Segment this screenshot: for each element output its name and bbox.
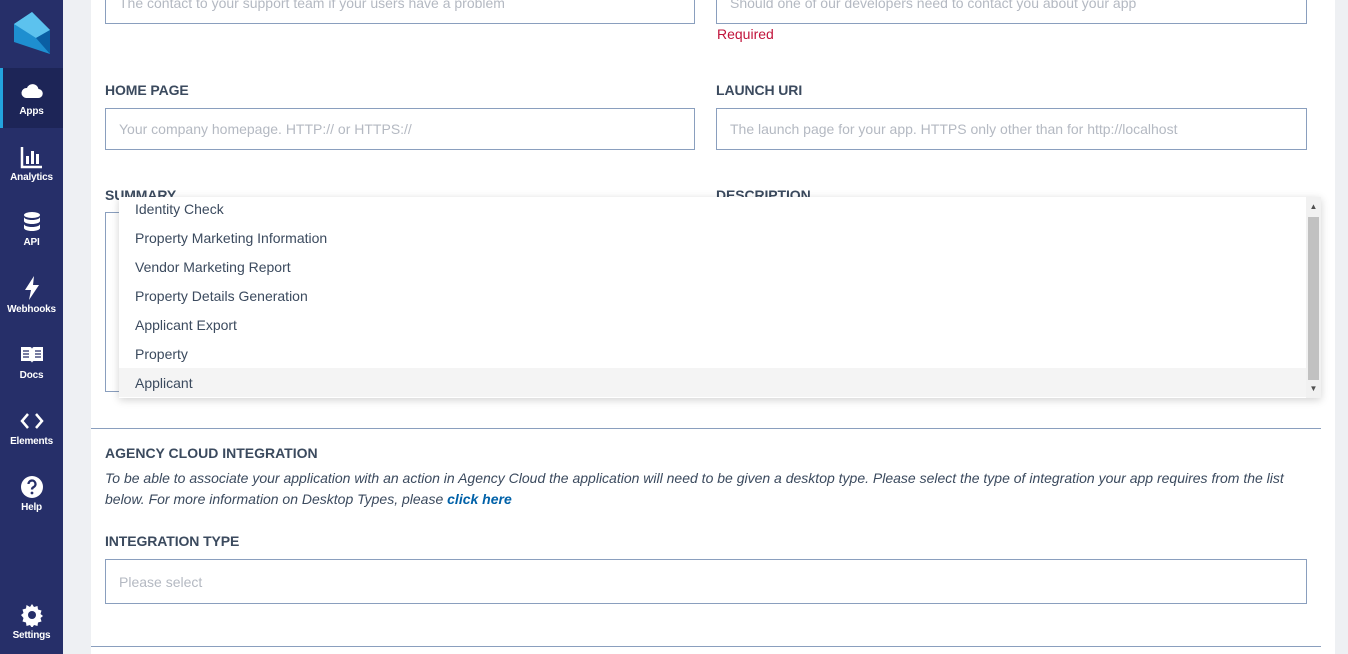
code-icon [19,413,44,429]
sidebar-item-elements[interactable]: Elements [0,398,63,458]
launch-uri-label: LAUNCH URI [716,82,803,98]
dropdown-option[interactable]: Applicant [119,368,1306,397]
section-divider [91,646,1321,647]
question-icon [20,476,43,498]
sidebar-item-settings[interactable]: Settings [0,594,63,654]
lightning-icon [24,276,39,300]
dropdown-option[interactable]: Vendor Marketing Report [119,252,1306,281]
sidebar-item-analytics[interactable]: Analytics [0,134,63,194]
bar-chart-icon [20,147,42,169]
developer-email-error: Required [717,26,774,42]
section-divider [91,428,1321,429]
scroll-thumb[interactable] [1308,217,1319,380]
sidebar: Apps Analytics API Webhooks Docs Element… [0,0,63,654]
sidebar-item-label: Apps [19,106,44,117]
developer-email-input[interactable]: Should one of our developers need to con… [716,0,1307,24]
dropdown-option[interactable]: Property [119,339,1306,368]
integration-type-label: INTEGRATION TYPE [105,533,240,549]
dropdown-option[interactable]: Identity Check [119,197,1306,223]
desktop-types-link[interactable]: click here [447,491,512,507]
sidebar-item-apps[interactable]: Apps [0,68,63,128]
logo-icon[interactable] [14,12,50,54]
integration-description-text: To be able to associate your application… [105,470,1284,507]
dropdown-scrollbar[interactable]: ▲ ▼ [1306,197,1321,398]
dropdown-option[interactable]: Property Details Generation [119,281,1306,310]
home-page-input[interactable]: Your company homepage. HTTP:// or HTTPS:… [105,108,695,150]
dropdown-option[interactable]: Property Marketing Information [119,223,1306,252]
sidebar-item-help[interactable]: Help [0,464,63,524]
sidebar-item-label: Elements [10,436,53,447]
scroll-down-icon[interactable]: ▼ [1309,384,1318,393]
scroll-up-icon[interactable]: ▲ [1309,202,1318,211]
sidebar-item-label: Analytics [10,172,53,183]
integration-description: To be able to associate your application… [105,468,1305,510]
sidebar-item-api[interactable]: API [0,200,63,260]
book-icon [20,347,43,363]
sidebar-item-label: Settings [12,630,51,641]
sidebar-item-label: API [23,237,40,248]
sidebar-item-label: Webhooks [7,304,56,315]
sidebar-item-docs[interactable]: Docs [0,332,63,392]
integration-type-select[interactable]: Please select [105,559,1307,604]
home-page-label: HOME PAGE [105,82,189,98]
database-icon [23,212,40,231]
sidebar-item-label: Help [21,502,42,513]
desktop-type-dropdown[interactable]: Identity Check Property Marketing Inform… [119,197,1321,398]
launch-uri-input[interactable]: The launch page for your app. HTTPS only… [716,108,1307,150]
sidebar-item-label: Docs [19,370,44,381]
sidebar-item-webhooks[interactable]: Webhooks [0,266,63,326]
integration-section-title: AGENCY CLOUD INTEGRATION [105,445,318,461]
cloud-icon [20,84,43,99]
support-email-input[interactable]: The contact to your support team if your… [105,0,695,24]
dropdown-option[interactable]: Applicant Export [119,310,1306,339]
gear-icon [20,604,43,627]
